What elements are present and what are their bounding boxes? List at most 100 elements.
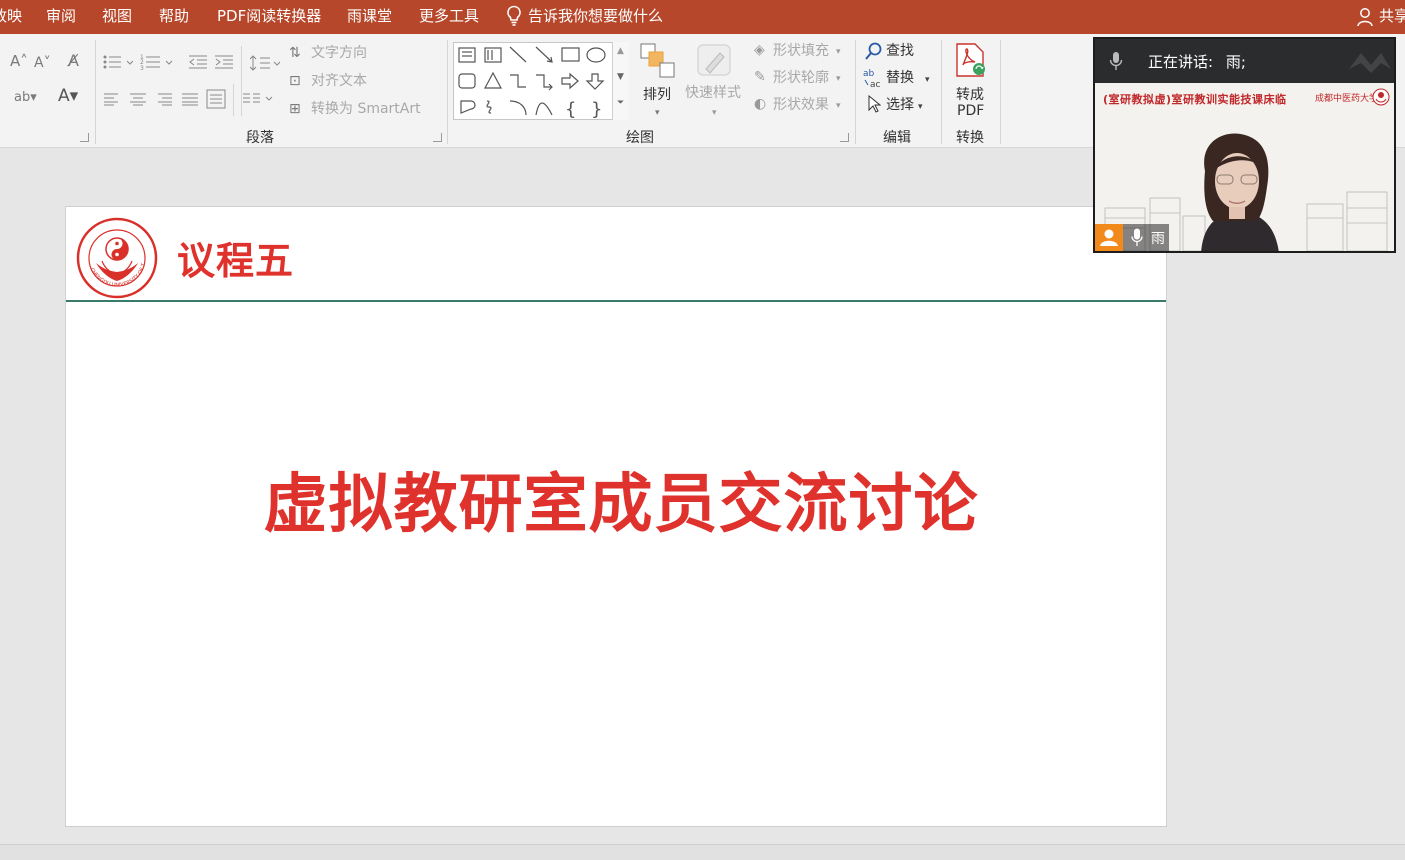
group-separator (447, 40, 448, 144)
find-button[interactable]: 查找 (886, 42, 914, 60)
distributed-icon[interactable] (206, 89, 226, 109)
decrease-indent-icon[interactable] (189, 54, 209, 70)
justify-icon[interactable] (181, 91, 199, 107)
paragraph-dialog-launcher-icon[interactable] (433, 133, 442, 142)
tab-more-tools[interactable]: 更多工具 (419, 6, 479, 26)
grow-font-icon[interactable]: A˄ (10, 52, 28, 70)
align-center-icon[interactable] (129, 91, 147, 107)
video-call-topbar: 正在讲话: 雨; (1095, 39, 1394, 83)
replace-icon[interactable]: ab ac (863, 68, 885, 88)
shape-outline-dropdown-icon[interactable]: ▾ (836, 70, 841, 88)
tab-review[interactable]: 审阅 (46, 6, 76, 26)
slide-canvas[interactable]: CHENGDU UNIVERSITY OF T.C.M 议程五 虚拟教研室成员交… (65, 206, 1167, 827)
line-spacing-icon[interactable] (250, 54, 280, 72)
search-icon[interactable] (865, 42, 883, 60)
arrange-dropdown-icon[interactable]: ▾ (655, 104, 660, 122)
participant-mic-icon[interactable] (1131, 228, 1143, 247)
tab-slideshow[interactable]: 放映 (0, 6, 22, 26)
arrange-button[interactable]: 排列 (643, 84, 671, 104)
text-direction-icon[interactable]: ⇅ (289, 44, 301, 62)
font-color-icon[interactable]: A▾ (58, 87, 78, 105)
svg-text:3: 3 (140, 65, 144, 70)
select-cursor-icon[interactable] (867, 95, 881, 113)
shapes-gallery[interactable]: { } (453, 42, 629, 120)
replace-button[interactable]: 替换 (886, 69, 914, 87)
feed-banner-text: (室研教拟虚)室研教训实能技课床临 (1103, 93, 1287, 106)
arrange-icon[interactable] (640, 43, 676, 79)
shape-effects-icon[interactable]: ◐ (754, 95, 766, 113)
watermark-icon (1349, 53, 1391, 73)
share-person-icon[interactable] (1357, 7, 1375, 27)
shapes-gallery-scrollbar[interactable]: ▲ ▼ ⏷ (612, 42, 629, 120)
scroll-down-icon[interactable]: ▼ (617, 72, 624, 82)
quick-styles-button[interactable]: 快速样式 (685, 84, 741, 102)
quick-styles-icon[interactable] (696, 43, 734, 79)
paragraph-group-label: 段落 (246, 130, 274, 146)
group-separator (95, 40, 96, 144)
pdf-convert-icon[interactable] (954, 43, 988, 77)
shapes-gallery-icons: { } (458, 46, 606, 120)
convert-pdf-line2[interactable]: PDF (957, 103, 984, 119)
shape-fill-button[interactable]: 形状填充 (773, 42, 829, 60)
convert-smartart-button[interactable]: 转换为 SmartArt (311, 100, 421, 118)
lightbulb-icon[interactable] (506, 5, 522, 27)
replace-dropdown-icon[interactable]: ▾ (925, 71, 930, 89)
shape-effects-button[interactable]: 形状效果 (773, 96, 829, 114)
participant-video (1201, 133, 1279, 251)
clear-formatting-icon[interactable]: A̸ (68, 52, 79, 70)
participant-name-tag: 雨 (1095, 224, 1169, 251)
align-text-button[interactable]: 对齐文本 (311, 72, 367, 90)
tab-view[interactable]: 视图 (102, 6, 132, 26)
tab-pdf-converter[interactable]: PDF阅读转换器 (217, 6, 321, 26)
editing-group-label: 编辑 (883, 130, 911, 146)
text-direction-button[interactable]: 文字方向 (311, 44, 367, 62)
feed-banner-logo: 成都中医药大学 (1315, 94, 1379, 104)
shape-effects-dropdown-icon[interactable]: ▾ (836, 97, 841, 115)
group-separator (941, 40, 942, 144)
align-left-icon[interactable] (103, 91, 121, 107)
convert-pdf-line1[interactable]: 转成 (956, 84, 984, 104)
slide-main-title[interactable]: 虚拟教研室成员交流讨论 (66, 469, 1166, 541)
shape-fill-dropdown-icon[interactable]: ▾ (836, 43, 841, 61)
scroll-up-icon[interactable]: ▲ (617, 46, 624, 56)
drawing-group-label: 绘图 (626, 130, 654, 146)
status-bar (0, 844, 1405, 860)
speaking-label: 正在讲话: (1148, 53, 1214, 71)
bullets-icon[interactable] (103, 54, 133, 70)
drawing-dialog-launcher-icon[interactable] (840, 133, 849, 142)
microphone-icon[interactable] (1109, 51, 1123, 71)
speaker-name: 雨; (1225, 53, 1246, 71)
svg-text:ac: ac (870, 80, 881, 88)
tell-me-box[interactable]: 告诉我你想要做什么 (528, 6, 663, 26)
shape-outline-icon[interactable]: ✎ (754, 68, 766, 86)
group-separator (855, 40, 856, 144)
video-call-window[interactable]: 正在讲话: 雨; (室研教拟虚)室研教训实能技课床临 成都中医药大学 雨 (1093, 37, 1396, 253)
participant-name: 雨 (1151, 231, 1165, 247)
person-icon (1100, 229, 1118, 246)
align-text-icon[interactable]: ⊡ (289, 72, 301, 90)
char-spacing-icon[interactable]: ab▾ (14, 89, 37, 107)
font-dialog-launcher-icon[interactable] (80, 133, 89, 142)
share-button[interactable]: 共享 (1379, 6, 1405, 26)
svg-text:ab: ab (863, 69, 875, 79)
numbering-icon[interactable]: 123 (140, 54, 174, 70)
feed-logo-icon (1372, 88, 1390, 106)
select-dropdown-icon[interactable]: ▾ (918, 98, 923, 116)
align-right-icon[interactable] (155, 91, 173, 107)
quick-styles-dropdown-icon[interactable]: ▾ (712, 104, 717, 122)
shrink-font-icon[interactable]: A˅ (34, 54, 51, 72)
select-button[interactable]: 选择 (886, 96, 914, 114)
gallery-more-icon[interactable]: ⏷ (617, 98, 624, 108)
increase-indent-icon[interactable] (215, 54, 235, 70)
shape-fill-icon[interactable]: ◈ (754, 41, 765, 59)
speaking-indicator: 正在讲话: 雨; (1148, 51, 1246, 72)
shape-outline-button[interactable]: 形状轮廓 (773, 69, 829, 87)
participant-avatar (1095, 224, 1123, 251)
menu-bar: 放映 审阅 视图 帮助 PDF阅读转换器 雨课堂 更多工具 告诉我你想要做什么 … (0, 0, 1405, 34)
columns-icon[interactable] (242, 91, 274, 107)
tab-help[interactable]: 帮助 (159, 6, 189, 26)
tab-rain-classroom[interactable]: 雨课堂 (347, 6, 392, 26)
slide-header-divider (66, 300, 1166, 302)
smartart-icon[interactable]: ⊞ (289, 100, 301, 118)
slide-header-title[interactable]: 议程五 (177, 237, 294, 285)
